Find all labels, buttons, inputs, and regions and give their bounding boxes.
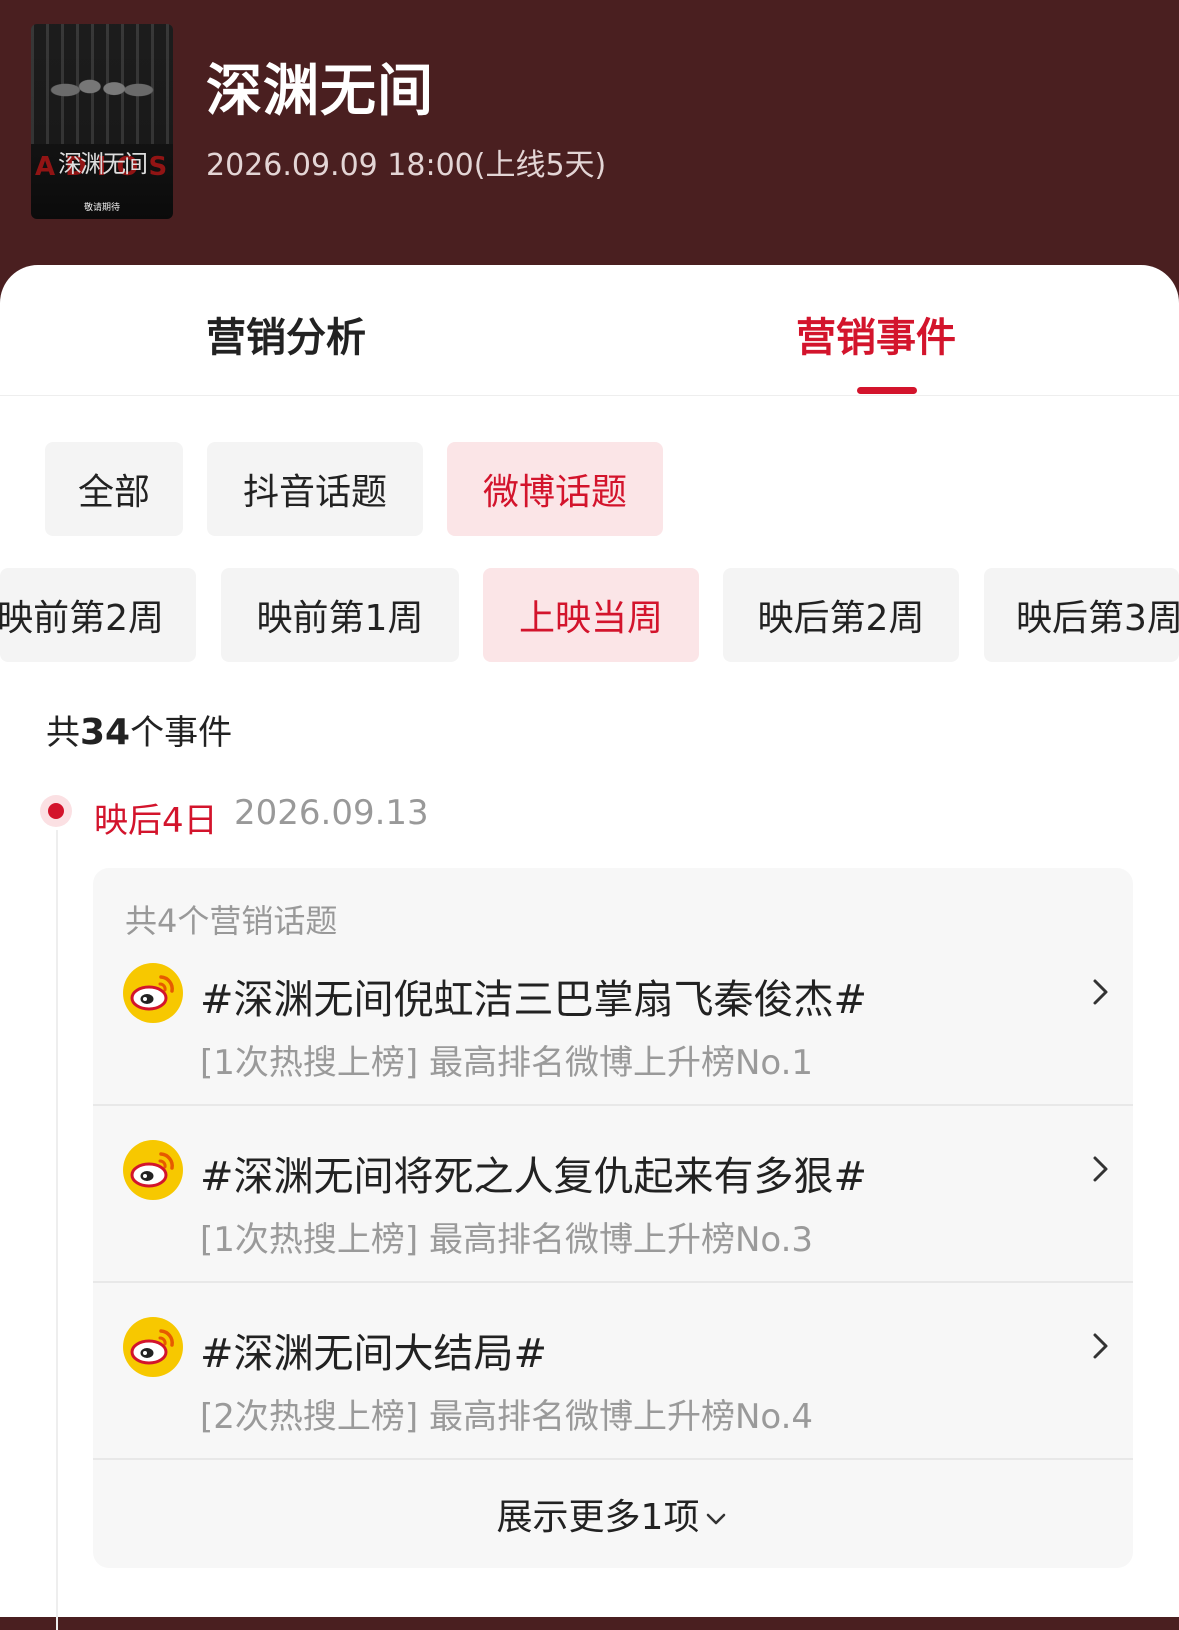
timeline-day-label: 映后4日 [94,801,218,841]
filter-week-post-3[interactable]: 映后第3周 [984,568,1179,662]
filter-week-pre-1[interactable]: 映前第1周 [221,568,459,662]
event-count: 共34个事件 [46,705,232,754]
show-more-label: 展示更多1项 [496,1497,700,1538]
topic-row[interactable]: #深渊无间大结局# [2次热搜上榜] 最高排名微博上升榜No.4 [93,1317,1133,1493]
filter-douyin-topics[interactable]: 抖音话题 [207,442,423,536]
event-count-number: 34 [80,712,131,753]
poster-note: 敬请期待 [83,203,120,213]
tab-active-indicator [857,387,917,394]
event-count-suffix: 个事件 [130,713,233,753]
topic-rank-info: [1次热搜上榜] 最高排名微博上升榜No.1 [200,1043,814,1083]
tab-marketing-analysis[interactable]: 营销分析 [206,305,366,363]
topic-divider [93,1458,1133,1460]
filter-week-release[interactable]: 上映当周 [483,568,699,662]
movie-title: 深渊无间 [206,59,434,124]
weibo-icon [123,1317,183,1377]
topic-divider [93,1104,1133,1106]
timeline-date: 2026.09.13 [234,793,429,833]
weibo-icon [123,1140,183,1200]
content-card: 营销分析 营销事件 全部 抖音话题 微博话题 映前第2周 映前第1周 上映当周 … [0,265,1179,1630]
topic-divider [93,1281,1133,1283]
poster-title: 深渊无间 [58,150,148,178]
topic-name: #深渊无间大结局# [200,1331,548,1377]
filter-week-pre-2[interactable]: 映前第2周 [0,568,196,662]
timeline-dot [40,795,72,827]
timeline-line [56,830,58,1630]
weibo-icon [123,963,183,1023]
chevron-right-icon [1093,1156,1108,1182]
filter-all[interactable]: 全部 [45,442,183,536]
topic-name: #深渊无间将死之人复仇起来有多狠# [200,1154,868,1200]
topic-name: #深渊无间倪虹洁三巴掌扇飞秦俊杰# [200,977,868,1023]
topic-row[interactable]: #深渊无间倪虹洁三巴掌扇飞秦俊杰# [1次热搜上榜] 最高排名微博上升榜No.1 [93,963,1133,1139]
movie-header: ADIOS 深渊无间 敬请期待 深渊无间 2026.09.09 18:00(上线… [0,0,1179,300]
topic-row[interactable]: #深渊无间将死之人复仇起来有多狠# [1次热搜上榜] 最高排名微博上升榜No.3 [93,1140,1133,1316]
poster-faces [41,62,163,132]
release-date: 2026.09.09 18:00(上线5天) [206,148,607,183]
event-group-title: 共4个营销话题 [125,902,338,940]
tab-marketing-events[interactable]: 营销事件 [796,305,956,363]
chevron-right-icon [1093,979,1108,1005]
chevron-down-icon [707,1513,726,1525]
tab-bar: 营销分析 营销事件 [0,265,1179,396]
filter-weibo-topics[interactable]: 微博话题 [447,442,663,536]
filter-week-post-2[interactable]: 映后第2周 [723,568,959,662]
topic-rank-info: [2次热搜上榜] 最高排名微博上升榜No.4 [200,1397,814,1437]
event-count-prefix: 共 [46,713,80,753]
show-more-button[interactable]: 展示更多1项 [93,1488,1133,1540]
chevron-right-icon [1093,1333,1108,1359]
topic-rank-info: [1次热搜上榜] 最高排名微博上升榜No.3 [200,1220,814,1260]
movie-poster[interactable]: ADIOS 深渊无间 敬请期待 [31,24,173,219]
event-group-card: 共4个营销话题 #深渊无间倪虹洁三巴掌扇飞秦俊杰# [1次热搜上榜] 最高排名微… [93,868,1133,1568]
